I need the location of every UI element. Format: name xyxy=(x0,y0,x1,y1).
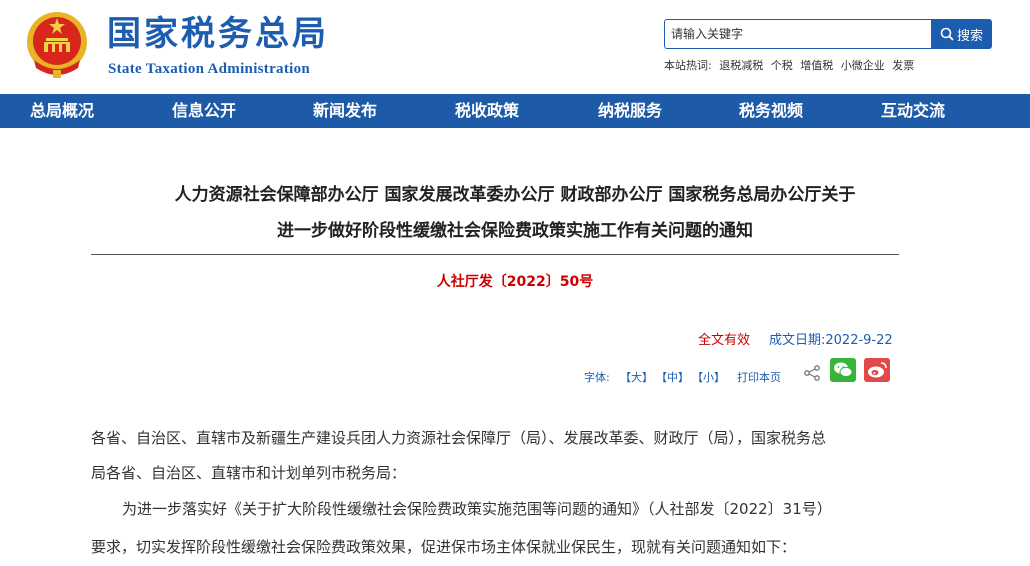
body-paragraph-line: 为进一步落实好《关于扩大阶段性缓缴社会保险费政策实施范围等问题的通知》（人社部发… xyxy=(122,500,832,518)
font-small-button[interactable]: 【小】 xyxy=(692,369,725,385)
search-icon xyxy=(940,27,954,41)
font-large-button[interactable]: 【大】 xyxy=(620,369,653,385)
hot-word-link[interactable]: 退税减税 xyxy=(719,59,763,72)
font-size-label: 字体: xyxy=(584,371,610,384)
article-title-line1: 人力资源社会保障部办公厅 国家发展改革委办公厅 财政部办公厅 国家税务总局办公厅… xyxy=(174,185,856,205)
nav-item-tax-policy[interactable]: 税收政策 xyxy=(455,94,519,128)
issue-date: 成文日期:2022-9-22 xyxy=(769,333,893,348)
nav-item-overview[interactable]: 总局概况 xyxy=(30,94,94,128)
hot-word-link[interactable]: 增值税 xyxy=(800,59,833,72)
nav-item-tax-video[interactable]: 税务视频 xyxy=(739,94,803,128)
site-title[interactable]: 国家税务总局 xyxy=(107,14,329,54)
search-button[interactable]: 搜索 xyxy=(931,19,992,49)
national-emblem-icon[interactable] xyxy=(24,8,90,80)
nav-item-info-disclosure[interactable]: 信息公开 xyxy=(172,94,236,128)
wechat-icon[interactable] xyxy=(830,358,856,382)
site-header: 国家税务总局 State Taxation Administration 搜索 … xyxy=(0,0,1030,94)
hot-words-label: 本站热词: xyxy=(664,59,712,72)
nav-item-taxpayer-service[interactable]: 纳税服务 xyxy=(598,94,662,128)
hot-word-link[interactable]: 发票 xyxy=(892,59,914,72)
search-input[interactable] xyxy=(671,20,925,48)
nav-item-interaction[interactable]: 互动交流 xyxy=(881,94,945,128)
body-paragraph-line: 局各省、自治区、直辖市和计划单列市税务局： xyxy=(91,464,407,482)
body-paragraph-line: 要求，切实发挥阶段性缓缴社会保险费政策效果，促进保市场主体保就业保民生，现就有关… xyxy=(91,538,797,556)
document-number: 人社厅发〔2022〕50号 xyxy=(436,274,594,290)
hot-word-link[interactable]: 个税 xyxy=(771,59,793,72)
site-subtitle: State Taxation Administration xyxy=(108,61,311,77)
weibo-icon[interactable] xyxy=(864,358,890,382)
search-box xyxy=(664,19,932,49)
print-button[interactable]: 打印本页 xyxy=(737,369,781,385)
title-divider xyxy=(91,254,899,255)
share-icon[interactable] xyxy=(803,364,821,382)
article-title-line2: 进一步做好阶段性缓缴社会保险费政策实施工作有关问题的通知 xyxy=(277,221,753,241)
main-nav: 总局概况 信息公开 新闻发布 税收政策 纳税服务 税务视频 互动交流 xyxy=(0,94,1030,128)
hot-word-link[interactable]: 小微企业 xyxy=(841,59,885,72)
nav-item-news[interactable]: 新闻发布 xyxy=(313,94,377,128)
validity-status: 全文有效 xyxy=(698,333,751,348)
font-medium-button[interactable]: 【中】 xyxy=(656,369,689,385)
body-paragraph-line: 各省、自治区、直辖市及新疆生产建设兵团人力资源社会保障厅（局）、发展改革委、财政… xyxy=(91,429,827,447)
hot-words: 本站热词: 退税减税 个税 增值税 小微企业 发票 xyxy=(664,57,918,73)
search-button-label: 搜索 xyxy=(956,28,983,44)
